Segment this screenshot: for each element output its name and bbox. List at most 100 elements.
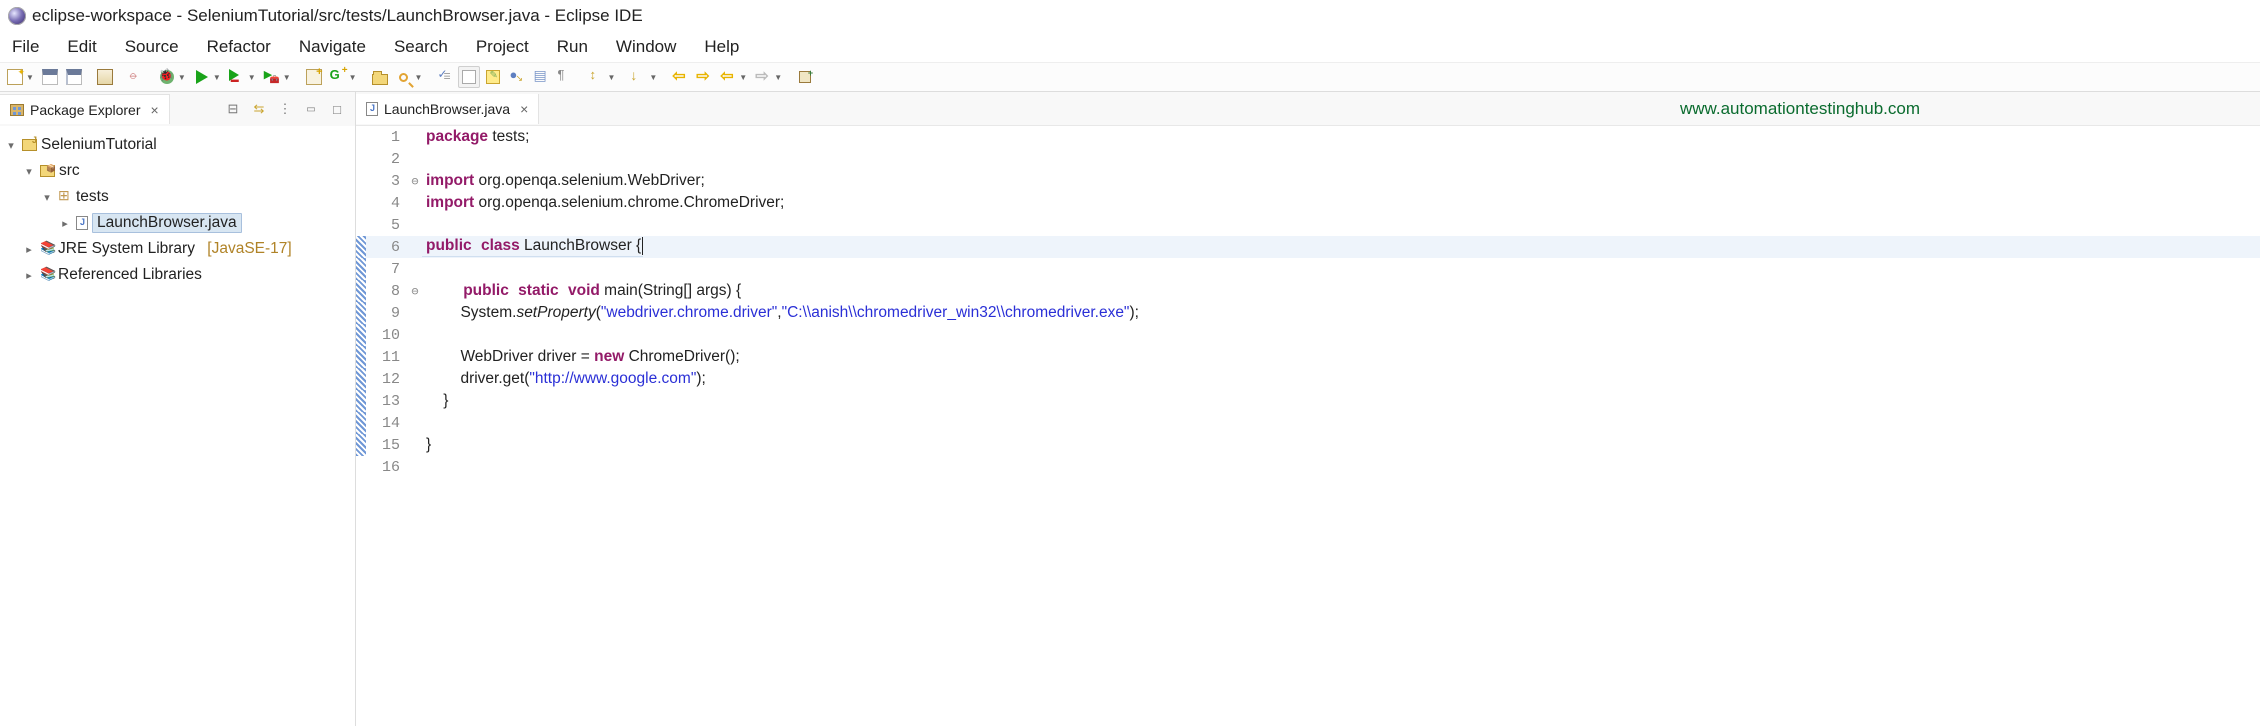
- project-tree[interactable]: SeleniumTutorial src tests LaunchBrowser…: [0, 126, 355, 294]
- fold-icon[interactable]: ⊖: [408, 284, 422, 298]
- new-package-button[interactable]: [303, 66, 325, 88]
- show-paragraph-button[interactable]: [554, 66, 576, 88]
- dropdown-icon[interactable]: ▼: [283, 73, 294, 82]
- save-all-icon: [66, 69, 82, 85]
- dropdown-icon[interactable]: ▼: [349, 73, 360, 82]
- dropdown-icon[interactable]: ▼: [178, 73, 189, 82]
- editor-tab-row: LaunchBrowser.java × www.automationtesti…: [356, 92, 2260, 126]
- annotation-nav-button[interactable]: [585, 66, 607, 88]
- source-folder-icon: [40, 165, 55, 177]
- coverage-icon: [229, 69, 245, 85]
- open-type-button[interactable]: [369, 66, 391, 88]
- link-with-editor-button[interactable]: [249, 99, 269, 119]
- tree-package[interactable]: tests: [4, 184, 351, 210]
- minimize-button[interactable]: [301, 99, 321, 119]
- skip-breakpoints-button[interactable]: [125, 66, 147, 88]
- next-annotation-button[interactable]: [627, 66, 649, 88]
- chevron-right-icon[interactable]: [58, 217, 72, 230]
- menu-navigate[interactable]: Navigate: [295, 35, 370, 59]
- view-menu-button[interactable]: [275, 99, 295, 119]
- java-project-icon: [22, 139, 37, 151]
- menu-help[interactable]: Help: [700, 35, 743, 59]
- outline-box-button[interactable]: [458, 66, 480, 88]
- tree-jre-library[interactable]: JRE System Library [JavaSE-17]: [4, 236, 351, 262]
- pin-editor-button[interactable]: [794, 66, 816, 88]
- search-button[interactable]: [393, 66, 415, 88]
- chevron-right-icon[interactable]: [22, 243, 36, 256]
- coverage-button[interactable]: [226, 66, 248, 88]
- line-number: 6: [366, 239, 408, 256]
- chevron-down-icon[interactable]: [22, 165, 36, 178]
- menu-run[interactable]: Run: [553, 35, 592, 59]
- prev-edit-icon: [672, 69, 688, 85]
- dropdown-icon[interactable]: ▼: [739, 73, 750, 82]
- tree-java-file[interactable]: LaunchBrowser.java: [4, 210, 351, 236]
- folder-icon: [372, 74, 388, 85]
- menu-search[interactable]: Search: [390, 35, 452, 59]
- run-last-button[interactable]: [261, 66, 283, 88]
- show-whitespace-button[interactable]: [482, 66, 504, 88]
- new-type-button[interactable]: [327, 66, 349, 88]
- dropdown-icon[interactable]: ▼: [774, 73, 785, 82]
- menu-refactor[interactable]: Refactor: [203, 35, 275, 59]
- java-file-icon: [366, 102, 378, 116]
- debug-button[interactable]: [156, 66, 178, 88]
- tree-jre-version: [JavaSE-17]: [207, 240, 291, 258]
- next-edit-button[interactable]: [693, 66, 715, 88]
- dropdown-icon[interactable]: ▼: [248, 73, 259, 82]
- line-number: 4: [366, 195, 408, 212]
- open-task-button[interactable]: [434, 66, 456, 88]
- forward-button[interactable]: [752, 66, 774, 88]
- back-button[interactable]: [717, 66, 739, 88]
- chevron-down-icon[interactable]: [4, 139, 18, 152]
- menu-file[interactable]: File: [8, 35, 43, 59]
- toggle-breakpoint-button[interactable]: [506, 66, 528, 88]
- dropdown-icon[interactable]: ▼: [649, 73, 660, 82]
- dropdown-icon[interactable]: ▼: [26, 73, 37, 82]
- run-button[interactable]: [191, 66, 213, 88]
- code-editor[interactable]: 1package tests; 2 3⊖import org.openqa.se…: [356, 126, 2260, 726]
- tree-project-label: SeleniumTutorial: [41, 136, 157, 154]
- pin-icon: [799, 71, 811, 83]
- dropdown-icon[interactable]: ▼: [607, 73, 618, 82]
- prev-edit-button[interactable]: [669, 66, 691, 88]
- dropdown-icon[interactable]: ▼: [415, 73, 426, 82]
- toggle-icon: [97, 69, 113, 85]
- fold-icon[interactable]: ⊖: [408, 174, 422, 188]
- view-tab-row: Package Explorer ×: [0, 92, 355, 126]
- close-icon[interactable]: ×: [516, 101, 528, 117]
- library-icon: [40, 243, 54, 255]
- line-number: 5: [366, 217, 408, 234]
- line-number: 8: [366, 283, 408, 300]
- menu-project[interactable]: Project: [472, 35, 533, 59]
- tree-project[interactable]: SeleniumTutorial: [4, 132, 351, 158]
- library-icon: [40, 269, 54, 281]
- new-button[interactable]: [4, 66, 26, 88]
- main-split: Package Explorer × SeleniumTutorial src: [0, 92, 2260, 726]
- maximize-button[interactable]: [327, 99, 347, 119]
- menu-source[interactable]: Source: [121, 35, 183, 59]
- toggle-mark-button[interactable]: [94, 66, 116, 88]
- menu-window[interactable]: Window: [612, 35, 680, 59]
- menu-bar: File Edit Source Refactor Navigate Searc…: [0, 32, 2260, 62]
- close-icon[interactable]: ×: [147, 102, 159, 118]
- back-icon: [720, 69, 736, 85]
- watermark-text: www.automationtestinghub.com: [1680, 99, 1920, 119]
- forward-icon: [755, 69, 771, 85]
- java-file-icon: [76, 216, 88, 230]
- tree-src-folder[interactable]: src: [4, 158, 351, 184]
- menu-edit[interactable]: Edit: [63, 35, 100, 59]
- package-explorer-tab[interactable]: Package Explorer ×: [0, 94, 170, 124]
- collapse-all-button[interactable]: [223, 99, 243, 119]
- dropdown-icon[interactable]: ▼: [213, 73, 224, 82]
- package-explorer-tab-label: Package Explorer: [30, 102, 141, 118]
- search-icon: [399, 73, 408, 82]
- editor-tab-launchbrowser[interactable]: LaunchBrowser.java ×: [356, 94, 539, 124]
- save-all-button[interactable]: [63, 66, 85, 88]
- save-button[interactable]: [39, 66, 61, 88]
- chevron-down-icon[interactable]: [40, 191, 54, 204]
- toggle-block-button[interactable]: [530, 66, 552, 88]
- eclipse-logo-icon: [8, 7, 26, 25]
- chevron-right-icon[interactable]: [22, 269, 36, 282]
- tree-referenced-libraries[interactable]: Referenced Libraries: [4, 262, 351, 288]
